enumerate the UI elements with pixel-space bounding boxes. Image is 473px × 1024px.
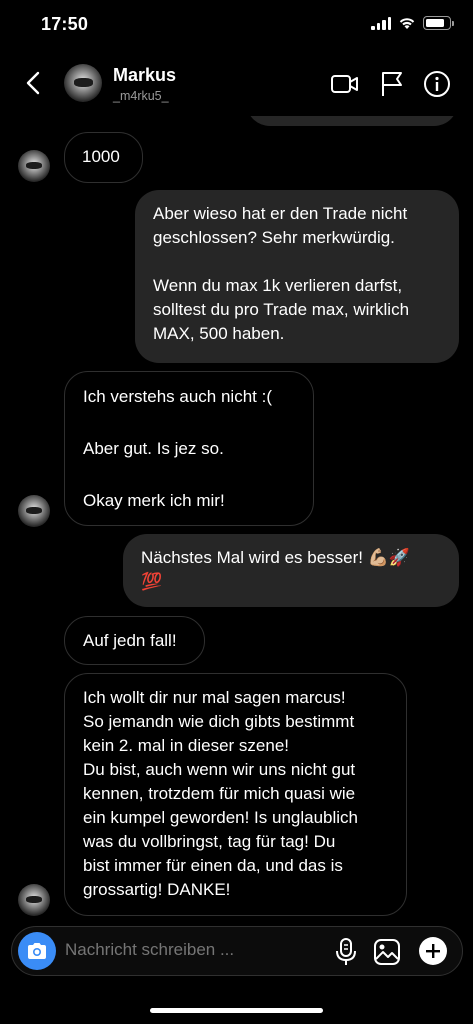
camera-icon <box>28 943 46 959</box>
home-indicator[interactable] <box>150 1008 323 1013</box>
message-bubble-incoming[interactable]: 1000 <box>64 132 143 183</box>
message-text: 💯 <box>141 572 163 591</box>
message-bubble-incoming[interactable]: Ich verstehs auch nicht :( Aber gut. Is … <box>64 371 314 526</box>
message-composer <box>11 926 463 976</box>
message-text: solltest du pro Trade max, wirklich <box>153 300 410 319</box>
message-bubble-incoming[interactable]: Ich wollt dir nur mal sagen marcus! So j… <box>64 673 407 916</box>
status-time: 17:50 <box>41 14 89 34</box>
message-text: bist immer für einen da, und das is <box>83 856 343 875</box>
flag-icon[interactable] <box>377 69 407 99</box>
sender-avatar[interactable] <box>18 150 50 182</box>
back-chevron-icon[interactable] <box>20 68 46 98</box>
message-gap <box>153 250 441 274</box>
battery-icon <box>423 16 454 30</box>
chat-header: Markus _m4rku5_ <box>0 52 473 116</box>
wifi-icon <box>399 18 415 29</box>
message-text: ein kumpel geworden! Is unglaublich <box>83 808 359 827</box>
chat-screen: 1000 Aber wieso hat er den Trade nicht g… <box>0 0 473 1024</box>
gallery-icon[interactable] <box>373 938 401 966</box>
info-icon[interactable] <box>422 69 452 99</box>
message-text: grossartig! DANKE! <box>83 880 231 899</box>
status-icons <box>371 16 454 30</box>
message-text: Aber gut. Is jez so. <box>83 439 224 458</box>
microphone-icon[interactable] <box>332 937 360 967</box>
message-text: kein 2. mal in dieser szene! <box>83 736 289 755</box>
add-button[interactable] <box>419 937 447 965</box>
battery-level <box>426 19 444 27</box>
message-text: geschlossen? Sehr merkwürdig. <box>153 228 395 247</box>
message-bubble-incoming[interactable]: Auf jedn fall! <box>64 616 205 665</box>
message-text: Wenn du max 1k verlieren darfst, <box>153 276 403 295</box>
message-text: Okay merk ich mir! <box>83 491 225 510</box>
message-text: Aber wieso hat er den Trade nicht <box>153 204 408 223</box>
message-list[interactable]: 1000 Aber wieso hat er den Trade nicht g… <box>0 0 473 1024</box>
message-text: Auf jedn fall! <box>83 631 177 650</box>
message-text: Ich wollt dir nur mal sagen marcus! <box>83 688 346 707</box>
sender-avatar[interactable] <box>18 495 50 527</box>
sender-avatar[interactable] <box>18 884 50 916</box>
cellular-signal-icon <box>371 16 391 30</box>
contact-name[interactable]: Markus <box>113 65 176 86</box>
message-bubble-outgoing[interactable]: Nächstes Mal wird es besser! 💪🏼🚀 💯 <box>123 534 459 607</box>
contact-handle[interactable]: _m4rku5_ <box>113 89 169 103</box>
message-bubble-outgoing[interactable]: Aber wieso hat er den Trade nicht geschl… <box>135 190 459 363</box>
message-text: was du vollbringst, tag für tag! Du <box>83 832 336 851</box>
message-text: 1000 <box>82 147 120 166</box>
status-bar: 17:50 <box>0 0 473 52</box>
plus-icon <box>426 944 440 958</box>
message-text: So jemandn wie dich gibts bestimmt <box>83 712 355 731</box>
message-text: MAX, 500 haben. <box>153 324 285 343</box>
contact-avatar[interactable] <box>64 64 102 102</box>
message-gap <box>83 461 295 489</box>
message-input[interactable] <box>65 940 325 960</box>
message-text: kennen, trotzdem für mich quasi wie <box>83 784 356 803</box>
message-text: Nächstes Mal wird es besser! 💪🏼🚀 <box>141 548 411 567</box>
camera-button[interactable] <box>18 932 56 970</box>
video-call-icon[interactable] <box>330 69 360 99</box>
message-text: Du bist, auch wenn wir uns nicht gut <box>83 760 356 779</box>
message-gap <box>83 409 295 437</box>
message-text: Ich verstehs auch nicht :( <box>83 387 272 406</box>
